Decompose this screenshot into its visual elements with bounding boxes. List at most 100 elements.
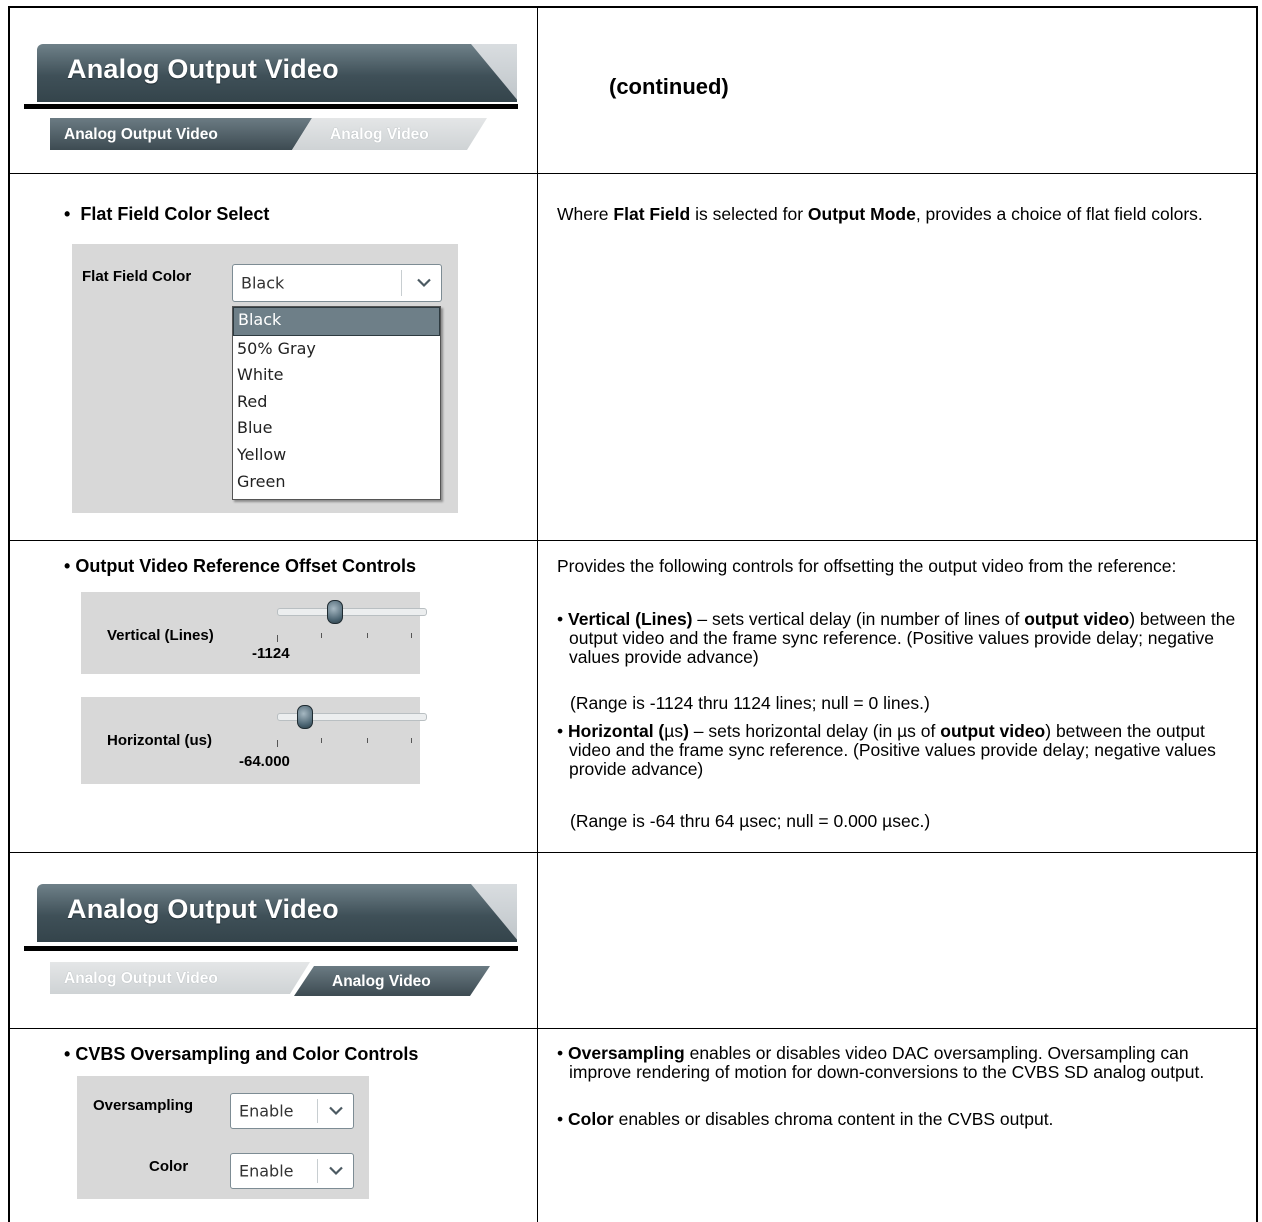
heading-text: CVBS Oversampling and Color Controls — [75, 1044, 419, 1064]
bullet: • — [557, 721, 564, 741]
bold-text: Flat Field — [613, 204, 691, 224]
text: enables or disables chroma content in th… — [613, 1109, 1054, 1129]
oversampling-select[interactable]: Enable — [230, 1093, 354, 1129]
select-separator — [317, 1159, 318, 1183]
offset-intro: Provides the following controls for offs… — [557, 556, 1177, 576]
horizontal-slider-handle[interactable] — [297, 705, 313, 729]
slider-tick — [411, 633, 412, 638]
bullet: • — [64, 556, 71, 576]
heading-text: Flat Field Color Select — [80, 204, 270, 224]
bullet: • — [64, 1044, 71, 1064]
select-separator — [317, 1099, 318, 1123]
option-item[interactable]: Blue — [233, 415, 440, 442]
bold-text: output video — [940, 721, 1046, 741]
selected-value: Enable — [239, 1101, 294, 1121]
chevron-down-icon[interactable] — [321, 1154, 351, 1188]
bullet: • — [557, 609, 564, 629]
text: is selected for — [690, 204, 808, 224]
color-select[interactable]: Enable — [230, 1153, 354, 1189]
color-description: • Color enables or disables chroma conte… — [557, 1110, 1249, 1129]
option-item[interactable]: White — [233, 362, 440, 389]
bullet: • — [557, 1043, 564, 1063]
chevron-down-icon[interactable] — [409, 265, 439, 301]
text: , provides a choice of flat field colors… — [915, 204, 1203, 224]
banner-corner — [471, 884, 517, 942]
vertical-description: • Vertical (Lines) – sets vertical delay… — [557, 610, 1237, 667]
slider-tick — [277, 635, 278, 642]
table-left-border — [8, 6, 10, 1222]
slider-tick — [411, 738, 412, 743]
banner-title: Analog Output Video — [67, 894, 339, 924]
option-item[interactable]: Green — [233, 469, 440, 496]
option-item[interactable]: Yellow — [233, 442, 440, 469]
bullet: • — [557, 1109, 564, 1129]
column-divider — [537, 8, 538, 1222]
banner-title: Analog Output Video — [67, 54, 339, 84]
horizontal-value: -64.000 — [239, 753, 290, 770]
tab-analog-output-video[interactable]: Analog Output Video — [50, 118, 312, 150]
flat-field-heading: • Flat Field Color Select — [64, 204, 269, 225]
bold-text: Color — [568, 1109, 614, 1129]
oversampling-description: • Oversampling enables or disables video… — [557, 1044, 1249, 1082]
selected-value: Black — [241, 273, 285, 293]
tab-label: Analog Video — [330, 126, 429, 143]
bold-text: Oversampling — [568, 1043, 685, 1063]
tab-analog-video[interactable]: Analog Video — [294, 966, 490, 996]
option-item[interactable]: Black — [233, 307, 440, 336]
vertical-slider-handle[interactable] — [327, 600, 343, 624]
bold-text: output video — [1024, 609, 1130, 629]
row-divider-2 — [10, 540, 1256, 541]
horizontal-us-label: Horizontal (us) — [107, 732, 212, 749]
vertical-value: -1124 — [252, 645, 290, 662]
tab-label: Analog Video — [332, 973, 431, 990]
continued-label: (continued) — [609, 74, 729, 99]
tab-label: Analog Output Video — [64, 970, 218, 987]
slider-tick — [367, 633, 368, 638]
bold-text: Vertical (Lines) — [568, 609, 693, 629]
page-banner-2: Analog Output Video — [37, 884, 517, 942]
text: Where — [557, 204, 614, 224]
tab-analog-video[interactable]: Analog Video — [292, 118, 487, 150]
oversampling-label: Oversampling — [93, 1097, 194, 1114]
bold-text: Horizontal ( — [568, 721, 665, 741]
flat-field-options-list: Black 50% Gray White Red Blue Yellow Gre… — [232, 306, 441, 500]
horizontal-offset-panel: Horizontal (us) -64.000 — [81, 697, 427, 784]
horizontal-description: • Horizontal (µs) – sets horizontal dela… — [557, 722, 1249, 779]
option-item[interactable]: Red — [233, 389, 440, 416]
row-divider-3 — [10, 852, 1256, 853]
table-right-border — [1256, 6, 1258, 1222]
tab-analog-output-video[interactable]: Analog Output Video — [50, 962, 310, 994]
cvbs-heading: • CVBS Oversampling and Color Controls — [64, 1044, 418, 1065]
vertical-slider-track[interactable] — [277, 608, 427, 616]
banner-rule — [24, 104, 518, 109]
horizontal-range: (Range is -64 thru 64 µsec; null = 0.000… — [570, 811, 931, 831]
table-top-border — [8, 6, 1258, 8]
slider-tick — [321, 633, 322, 638]
tab-label: Analog Output Video — [64, 126, 218, 143]
option-item[interactable]: 50% Gray — [233, 336, 440, 363]
row-divider-4 — [10, 1028, 1256, 1029]
flat-field-panel: Flat Field Color Black Black 50% Gray Wh… — [72, 244, 458, 513]
page-banner: Analog Output Video — [37, 44, 517, 102]
text: µs — [664, 721, 684, 741]
flat-field-color-label: Flat Field Color — [82, 268, 192, 285]
heading-text: Output Video Reference Offset Controls — [75, 556, 417, 576]
chevron-down-icon[interactable] — [321, 1094, 351, 1128]
select-separator — [401, 270, 402, 296]
bullet: • — [64, 204, 71, 224]
offset-heading: • Output Video Reference Offset Controls — [64, 556, 416, 577]
slider-tick — [277, 740, 278, 747]
text: – sets horizontal delay (in µs of — [688, 721, 941, 741]
vertical-lines-label: Vertical (Lines) — [107, 627, 214, 644]
flat-field-description: Where Flat Field is selected for Output … — [557, 205, 1237, 224]
slider-tick — [321, 738, 322, 743]
color-label: Color — [149, 1158, 189, 1175]
slider-tick — [367, 738, 368, 743]
banner-corner — [471, 44, 517, 102]
row-divider-1 — [10, 173, 1256, 174]
vertical-range: (Range is -1124 thru 1124 lines; null = … — [570, 693, 930, 713]
selected-value: Enable — [239, 1161, 294, 1181]
text: – sets vertical delay (in number of line… — [692, 609, 1025, 629]
flat-field-color-select[interactable]: Black — [232, 264, 442, 302]
bold-text: Output Mode — [807, 204, 916, 224]
